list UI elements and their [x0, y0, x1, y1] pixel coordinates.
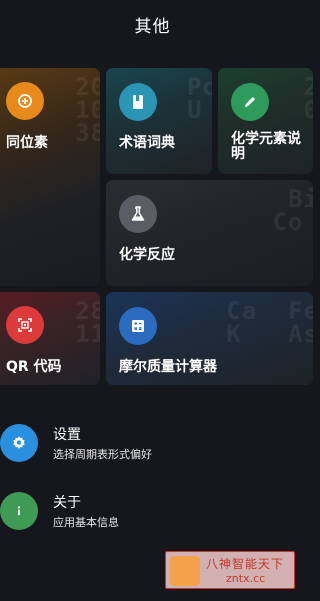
- watermark-text: 八神智能天下: [206, 557, 285, 571]
- watermark-logo: [170, 556, 200, 586]
- isotope-icon: [6, 82, 44, 120]
- flask-icon: [119, 195, 157, 233]
- tile-molar-mass-calculator[interactable]: Ca Fe K As 摩尔质量计算器: [106, 292, 313, 385]
- page-title: 其他: [134, 17, 171, 37]
- gear-icon: [0, 424, 38, 462]
- watermark: 八神智能天下 zntx.cc: [165, 551, 295, 589]
- tile-isotope[interactable]: 20 10 38 同位素: [0, 68, 100, 286]
- about-title: 关于: [53, 495, 81, 511]
- tile-label: 术语词典: [119, 135, 175, 151]
- tile-label: QR 代码: [6, 359, 62, 375]
- tile-pattern: 28 11: [75, 297, 100, 348]
- tile-pattern: Po U: [187, 73, 212, 124]
- watermark-url: zntx.cc: [226, 572, 266, 585]
- tile-qr-code[interactable]: 28 11 QR 代码: [0, 292, 100, 385]
- tile-dictionary[interactable]: Po U 术语词典: [106, 68, 212, 174]
- book-icon: [119, 83, 157, 121]
- settings-item[interactable]: 设置 选择周期表形式偏好: [0, 424, 305, 484]
- calculator-icon: [119, 307, 157, 345]
- qr-scan-icon: [6, 306, 44, 344]
- tile-label: 摩尔质量计算器: [119, 359, 217, 375]
- tile-pattern: Bi Co: [272, 185, 313, 236]
- tile-pattern: 20 10 38: [75, 73, 100, 147]
- other-screen: 其他 20 10 38 同位素 Po U 术语词典 2 0 化学元素说明 Bi …: [0, 0, 313, 601]
- tile-pattern: 2 0: [303, 73, 313, 124]
- about-subtitle: 应用基本信息: [53, 516, 119, 529]
- about-item[interactable]: 关于 应用基本信息: [0, 492, 305, 552]
- settings-title: 设置: [53, 427, 81, 443]
- tile-label: 化学反应: [119, 247, 175, 263]
- pencil-icon: [231, 83, 269, 121]
- tile-label: 同位素: [6, 135, 48, 151]
- tile-element-description[interactable]: 2 0 化学元素说明: [218, 68, 313, 174]
- info-icon: [0, 492, 38, 530]
- tile-pattern: Ca Fe K As: [226, 297, 313, 348]
- settings-subtitle: 选择周期表形式偏好: [53, 448, 152, 461]
- tile-label: 化学元素说明: [231, 131, 301, 162]
- tile-chemical-reaction[interactable]: Bi Co 化学反应: [106, 180, 313, 286]
